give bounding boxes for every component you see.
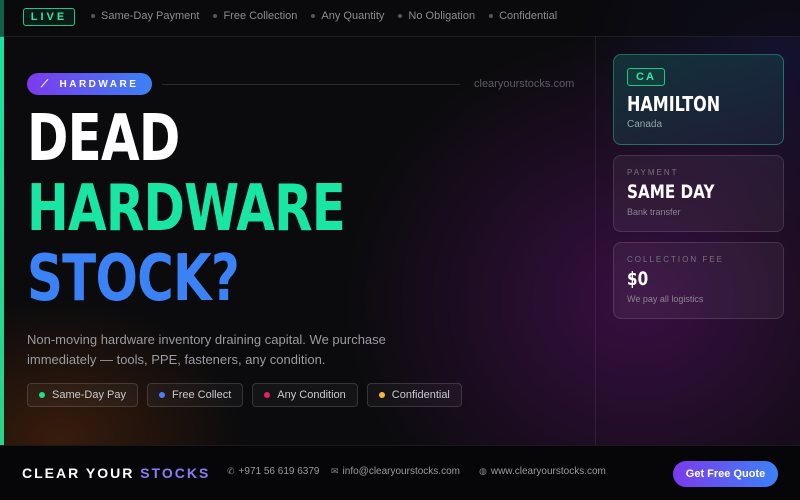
card-subtext: Bank transfer [627, 207, 681, 217]
bullet-icon [213, 14, 218, 18]
divider [162, 84, 460, 85]
bullet-icon [91, 14, 95, 18]
country-code-badge: CA [627, 68, 665, 86]
bullet-icon [489, 14, 494, 18]
website-contact[interactable]: ◍ www.clearyourstocks.com [479, 466, 606, 477]
feature-tag: Same-Day Pay [27, 383, 138, 407]
info-panel: CA HAMILTON Canada PAYMENT SAME DAY Bank… [595, 36, 800, 445]
mail-icon: ✉ [331, 466, 339, 476]
feature-tag: Any Condition [252, 383, 358, 407]
hero-description: Non-moving hardware inventory draining c… [27, 332, 386, 367]
globe-icon: ◍ [479, 466, 487, 476]
feature-tag: Confidential [366, 383, 462, 407]
feature-tag: Free Collect [146, 383, 244, 407]
location-card: CA HAMILTON Canada [613, 54, 784, 145]
headline-line-2: HARDWARE [27, 172, 346, 246]
card-value: SAME DAY [627, 181, 715, 203]
headline-line-3: STOCK? [27, 242, 240, 316]
top-ticker-bar: LIVE Same-Day Payment Free Collection An… [0, 0, 800, 37]
phone-contact[interactable]: ✆ +971 56 619 6379 [227, 466, 319, 477]
city-name: HAMILTON [627, 92, 721, 116]
yellow-dot-icon [378, 392, 385, 398]
category-pill: ⟋ HARDWARE [27, 73, 152, 95]
ticker-item: Any Quantity [311, 10, 384, 22]
collection-fee-card: COLLECTION FEE $0 We pay all logistics [613, 242, 784, 319]
wrench-icon: ⟋ [41, 78, 51, 90]
left-accent-bar [0, 0, 4, 445]
ticker-item: Same-Day Payment [91, 10, 199, 22]
ticker-item: Free Collection [213, 10, 297, 22]
card-label: COLLECTION FEE [627, 255, 724, 264]
ticker-item: Confidential [489, 10, 557, 22]
bullet-icon [311, 14, 316, 18]
category-label: HARDWARE [59, 78, 139, 90]
green-dot-icon [39, 392, 45, 398]
card-value: $0 [627, 268, 649, 290]
live-badge: LIVE [23, 8, 75, 26]
email-contact[interactable]: ✉ info@clearyourstocks.com [331, 466, 460, 477]
card-label: PAYMENT [627, 168, 679, 177]
feature-tags: Same-Day Pay Free Collect Any Condition … [27, 383, 462, 407]
footer-bar: CLEAR YOUR STOCKS ✆ +971 56 619 6379 ✉ i… [0, 445, 800, 500]
country-name: Canada [627, 119, 663, 130]
red-dot-icon [264, 392, 271, 398]
site-url: clearyourstocks.com [474, 78, 575, 90]
headline-line-1: DEAD [27, 102, 180, 176]
page: LIVE Same-Day Payment Free Collection An… [0, 0, 800, 500]
brand-logo[interactable]: CLEAR YOUR STOCKS [22, 465, 210, 481]
blue-dot-icon [158, 392, 165, 398]
ticker-item: No Obligation [398, 10, 475, 22]
card-subtext: We pay all logistics [627, 294, 704, 304]
payment-card: PAYMENT SAME DAY Bank transfer [613, 155, 784, 232]
get-free-quote-button[interactable]: Get Free Quote [673, 461, 778, 487]
phone-icon: ✆ [227, 466, 235, 476]
hero-headline: DEAD HARDWARE STOCK? [27, 102, 346, 316]
ticker-list: Same-Day Payment Free Collection Any Qua… [91, 10, 557, 22]
bullet-icon [398, 14, 403, 18]
